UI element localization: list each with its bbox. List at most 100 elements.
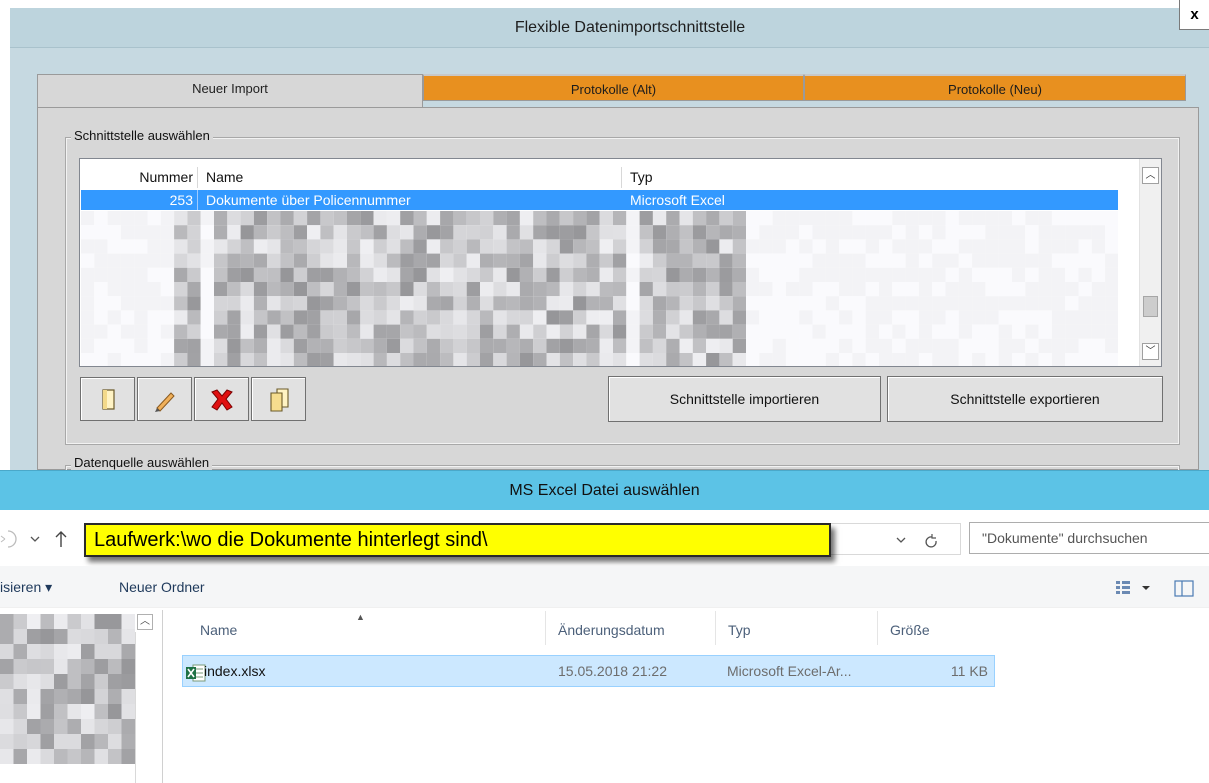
pixel-block xyxy=(706,267,720,282)
pixel-block xyxy=(1065,324,1079,339)
nav-scroll-up-icon[interactable]: ︿ xyxy=(137,614,153,630)
pixel-block xyxy=(945,225,959,240)
pixel-block xyxy=(107,324,121,339)
pixel-block xyxy=(94,338,108,353)
column-header-type[interactable]: Typ xyxy=(716,611,878,645)
pixel-block xyxy=(1038,253,1052,268)
pixel-block xyxy=(799,267,813,282)
pixel-block xyxy=(108,719,122,734)
close-button[interactable]: x xyxy=(1179,0,1209,30)
pixel-block xyxy=(413,296,427,311)
column-header-name[interactable]: Name xyxy=(198,167,622,188)
pixel-block xyxy=(719,253,733,268)
pixel-block xyxy=(13,674,27,689)
pixel-block xyxy=(174,253,188,268)
pixel-block xyxy=(546,239,560,254)
column-header-size[interactable]: Größe xyxy=(878,611,1001,645)
nav-scrollbar[interactable] xyxy=(135,632,136,783)
pixel-block xyxy=(200,282,214,297)
pixel-block xyxy=(626,225,640,240)
pixel-block xyxy=(493,310,507,325)
pixel-block xyxy=(200,253,214,268)
import-interface-button[interactable]: Schnittstelle importieren xyxy=(608,376,881,422)
tab-new-import[interactable]: Neuer Import xyxy=(37,74,423,107)
edit-interface-button[interactable] xyxy=(137,377,192,421)
pixel-block xyxy=(613,211,627,226)
pixel-block xyxy=(506,282,520,297)
pixel-block xyxy=(347,239,361,254)
pixel-block xyxy=(293,211,308,226)
pixel-block xyxy=(160,225,175,240)
list-row-selected[interactable]: 253 Dokumente über Policennummer Microso… xyxy=(81,190,1118,210)
pixel-block xyxy=(147,296,161,311)
scroll-down-arrow-icon[interactable]: ﹀ xyxy=(1142,343,1159,360)
pixel-block xyxy=(573,225,587,240)
pixel-block xyxy=(360,310,374,325)
pixel-block xyxy=(599,253,613,268)
pixel-block xyxy=(147,338,161,353)
navigation-pane[interactable] xyxy=(0,610,163,783)
column-header-typ[interactable]: Typ xyxy=(622,167,1120,188)
pixel-block xyxy=(772,225,786,240)
pixel-block xyxy=(200,267,214,282)
delete-interface-button[interactable] xyxy=(194,377,249,421)
pixel-block xyxy=(785,338,800,353)
pixel-block xyxy=(998,282,1012,297)
pixel-block xyxy=(94,614,108,629)
column-header-nummer[interactable]: Nummer xyxy=(80,167,198,188)
pixel-block xyxy=(466,296,480,311)
scrollbar-thumb[interactable] xyxy=(1143,296,1158,317)
pixel-block xyxy=(918,353,933,366)
pixel-block xyxy=(160,253,175,268)
pixel-block xyxy=(533,267,547,282)
pixel-block xyxy=(493,239,507,254)
list-scrollbar[interactable]: ︿ ﹀ xyxy=(1139,159,1161,366)
pixel-block xyxy=(307,282,321,297)
pixel-block xyxy=(307,267,321,282)
pixel-block xyxy=(386,310,401,325)
pixel-block xyxy=(107,353,121,366)
pixel-block xyxy=(599,296,613,311)
interface-list[interactable]: Nummer Name Typ 253 Dokumente über Polic… xyxy=(79,158,1162,367)
search-input[interactable]: "Dokumente" durchsuchen xyxy=(969,522,1209,554)
pixel-block xyxy=(613,282,627,297)
organize-menu[interactable]: isieren ▾ xyxy=(0,566,52,608)
pixel-block xyxy=(533,239,547,254)
column-header-date[interactable]: Änderungsdatum xyxy=(546,611,716,645)
pixel-block xyxy=(373,282,387,297)
pixel-block xyxy=(214,239,228,254)
pixel-block xyxy=(400,253,414,268)
pixel-block xyxy=(187,353,201,366)
pixel-block xyxy=(240,296,254,311)
export-interface-button[interactable]: Schnittstelle exportieren xyxy=(887,376,1163,422)
pixel-block xyxy=(107,267,121,282)
pixel-block xyxy=(825,239,840,254)
pixel-block xyxy=(1038,282,1052,297)
scroll-up-arrow-icon[interactable]: ︿ xyxy=(1142,167,1159,184)
new-interface-button[interactable] xyxy=(80,377,135,421)
new-folder-button[interactable]: Neuer Ordner xyxy=(119,566,205,608)
pixel-block xyxy=(865,211,879,226)
pixel-block xyxy=(852,324,866,339)
pixel-block xyxy=(746,267,760,282)
pixel-block xyxy=(519,225,534,240)
pixel-block xyxy=(307,338,321,353)
pixel-block xyxy=(1038,338,1052,353)
address-bar[interactable] xyxy=(831,523,961,555)
pixel-block xyxy=(918,253,933,268)
tab-logs-old[interactable]: Protokolle (Alt) xyxy=(423,74,804,101)
pixel-block xyxy=(0,629,14,644)
pixel-block xyxy=(639,353,653,366)
pixel-block xyxy=(94,674,108,689)
pixel-block xyxy=(706,211,720,226)
copy-interface-button[interactable] xyxy=(251,377,306,421)
file-row[interactable]: index.xlsx 15.05.2018 21:22 Microsoft Ex… xyxy=(182,655,995,687)
tab-logs-new[interactable]: Protokolle (Neu) xyxy=(804,74,1186,101)
view-options-icon xyxy=(1116,581,1130,594)
datasource-group-label: Datenquelle auswählen xyxy=(71,455,213,470)
pixel-block xyxy=(825,282,840,297)
pixel-block xyxy=(253,211,268,226)
pixel-block xyxy=(440,225,454,240)
pixel-block xyxy=(227,296,241,311)
column-header-file-name[interactable]: Name xyxy=(186,611,546,645)
